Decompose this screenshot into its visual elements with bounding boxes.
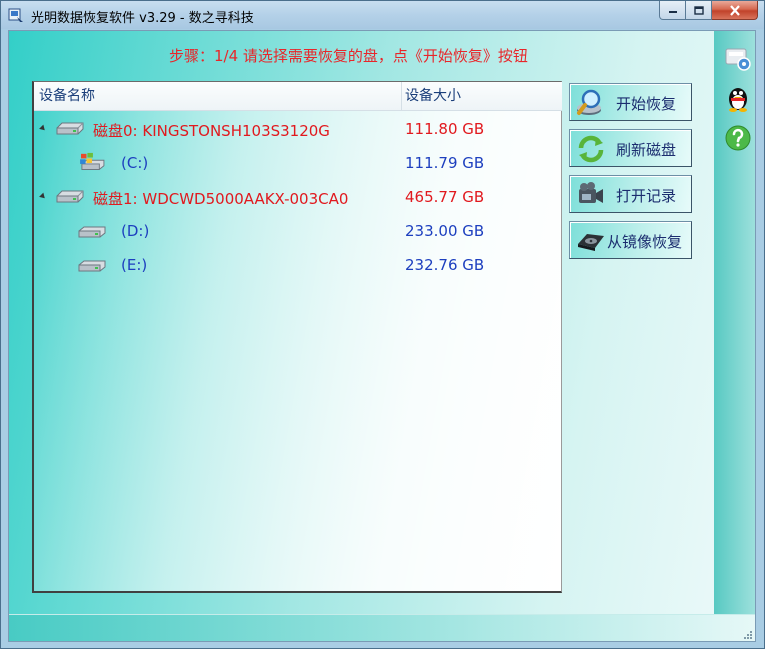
device-label: (C:) bbox=[121, 154, 149, 172]
drive-icon bbox=[78, 226, 106, 238]
device-size: 111.80 GB bbox=[405, 120, 485, 138]
side-toolbar bbox=[714, 31, 755, 614]
main-panel: 步骤：1/4 请选择需要恢复的盘，点《开始恢复》按钮 设备名称 设备大小 磁盘0… bbox=[8, 30, 756, 642]
start-recovery-button[interactable]: 开始恢复 bbox=[569, 83, 692, 121]
device-label: (E:) bbox=[121, 256, 148, 274]
column-header-size[interactable]: 设备大小 bbox=[402, 82, 565, 110]
device-row-d[interactable]: (D:) 233.00 GB bbox=[34, 216, 562, 248]
device-size: 233.00 GB bbox=[405, 222, 485, 240]
list-header: 设备名称 设备大小 bbox=[34, 82, 562, 111]
disk-image-icon bbox=[578, 234, 604, 251]
title-bar[interactable]: 光明数据恢复软件 v3.29 - 数之寻科技 bbox=[1, 1, 764, 29]
refresh-disks-label: 刷新磁盘 bbox=[616, 141, 677, 159]
refresh-disks-button[interactable]: 刷新磁盘 bbox=[569, 129, 692, 167]
window-title: 光明数据恢复软件 v3.29 - 数之寻科技 bbox=[31, 11, 254, 26]
minimize-icon bbox=[668, 11, 677, 13]
device-label: 磁盘1: WDCWD5000AAKX-003CA0 bbox=[93, 190, 349, 208]
refresh-icon bbox=[578, 135, 604, 163]
device-row-e[interactable]: (E:) 232.76 GB bbox=[34, 250, 562, 282]
open-record-label: 打开记录 bbox=[616, 187, 677, 205]
device-size: 111.79 GB bbox=[405, 154, 485, 172]
app-window: 光明数据恢复软件 v3.29 - 数之寻科技 步骤：1/4 请选择需要恢复的盘，… bbox=[0, 0, 765, 649]
device-label: (D:) bbox=[121, 222, 150, 240]
device-size: 232.76 GB bbox=[405, 256, 485, 274]
qq-penguin-icon[interactable] bbox=[723, 83, 753, 113]
app-logo-icon bbox=[8, 8, 23, 22]
resize-grip-icon[interactable] bbox=[743, 630, 753, 640]
close-button[interactable] bbox=[712, 1, 758, 20]
close-icon bbox=[729, 4, 740, 16]
minimize-button[interactable] bbox=[659, 1, 686, 20]
device-label: 磁盘0: KINGSTONSH103S3120G bbox=[93, 122, 330, 140]
start-recovery-label: 开始恢复 bbox=[616, 95, 677, 113]
recover-from-image-button[interactable]: 从镜像恢复 bbox=[569, 221, 692, 259]
expand-toggle-icon[interactable] bbox=[39, 124, 47, 133]
step-instruction: 步骤：1/4 请选择需要恢复的盘，点《开始恢复》按钮 bbox=[169, 47, 528, 65]
drive-icon bbox=[78, 260, 106, 272]
help-icon[interactable] bbox=[723, 123, 753, 153]
hard-disk-icon bbox=[56, 122, 84, 135]
column-header-name[interactable]: 设备名称 bbox=[37, 82, 402, 110]
expand-toggle-icon[interactable] bbox=[39, 192, 47, 201]
hard-disk-icon bbox=[56, 190, 84, 203]
settings-icon[interactable] bbox=[723, 43, 753, 73]
windows-drive-icon bbox=[80, 152, 105, 170]
maximize-button[interactable] bbox=[686, 1, 712, 20]
device-row-disk0[interactable]: 磁盘0: KINGSTONSH103S3120G 111.80 GB bbox=[34, 114, 562, 146]
magnifier-disk-icon bbox=[577, 89, 601, 115]
camcorder-icon bbox=[579, 182, 603, 203]
recover-from-image-label: 从镜像恢复 bbox=[607, 233, 683, 251]
maximize-icon bbox=[693, 5, 704, 15]
device-row-c[interactable]: (C:) 111.79 GB bbox=[34, 148, 562, 180]
device-list[interactable]: 设备名称 设备大小 磁盘0: KINGSTONSH103S3120G 111.8… bbox=[32, 81, 562, 593]
status-bar bbox=[9, 614, 755, 641]
device-row-disk1[interactable]: 磁盘1: WDCWD5000AAKX-003CA0 465.77 GB bbox=[34, 182, 562, 214]
device-size: 465.77 GB bbox=[405, 188, 485, 206]
window-controls bbox=[659, 1, 758, 21]
open-record-button[interactable]: 打开记录 bbox=[569, 175, 692, 213]
